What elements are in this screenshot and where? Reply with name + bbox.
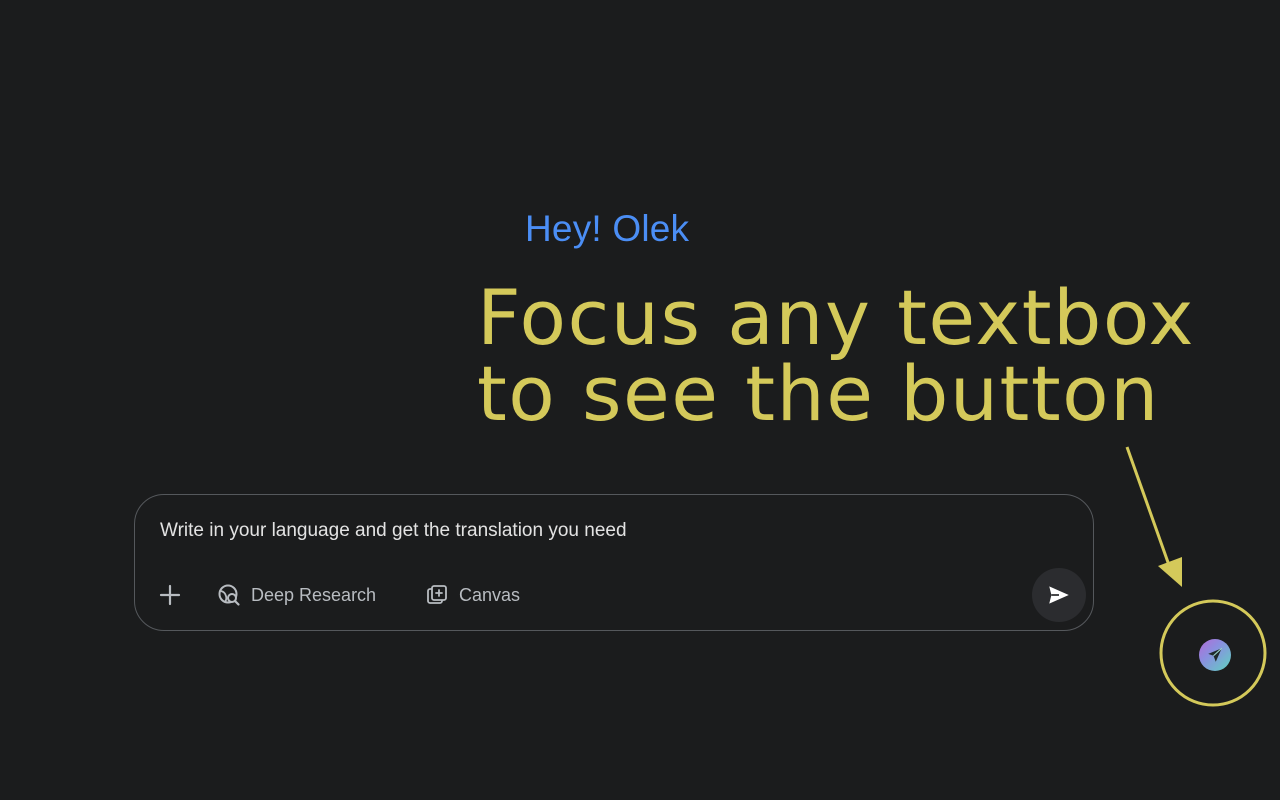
translate-extension-button[interactable] xyxy=(1199,639,1231,671)
plus-icon xyxy=(159,584,181,606)
annotation-callout: Focus any textbox to see the button xyxy=(477,280,1195,432)
send-button[interactable] xyxy=(1032,568,1086,622)
annotation-line-2: to see the button xyxy=(477,349,1160,438)
prompt-input[interactable]: Write in your language and get the trans… xyxy=(160,519,980,543)
canvas-label: Canvas xyxy=(459,584,521,605)
deep-research-button[interactable]: Deep Research xyxy=(217,583,376,607)
paper-plane-icon xyxy=(1208,647,1223,662)
canvas-add-icon xyxy=(427,585,447,604)
prompt-composer[interactable]: Write in your language and get the trans… xyxy=(134,494,1094,631)
app-window: Hey! Olek Focus any textbox to see the b… xyxy=(0,0,1280,800)
annotation-line-1: Focus any textbox xyxy=(477,273,1195,362)
globe-search-icon xyxy=(218,584,240,606)
deep-research-label: Deep Research xyxy=(251,584,377,605)
arrow-head xyxy=(1158,557,1182,587)
add-attachment-button[interactable] xyxy=(157,582,183,608)
arrow-down-icon xyxy=(1125,446,1172,569)
canvas-button[interactable]: Canvas xyxy=(425,583,520,607)
send-arrow-icon xyxy=(1049,586,1069,604)
greeting-title: Hey! Olek xyxy=(525,208,690,249)
